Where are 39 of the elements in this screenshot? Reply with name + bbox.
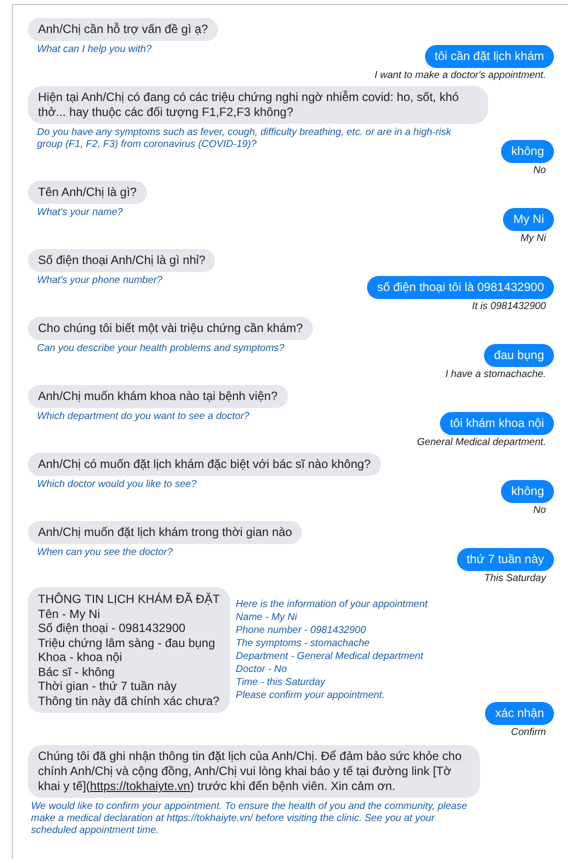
bot-message: Anh/Chị muốn đặt lịch khám trong thời gian nào: [28, 521, 302, 544]
translation-text: Confirm: [510, 727, 546, 739]
user-message: đau bụng: [484, 344, 554, 367]
bot-message: Chúng tôi đã ghi nhận thông tin đặt lịch của Anh/Chị. Để đảm bảo sức khỏe cho chính Anh/Chị và cộng đồng, Anh/Chị vui lòng khai báo y tế tại đường link [Tờ khai y tế](https://tokhaiyte.vn) trước khi đến bệnh viên. Xin cảm ơn.: [28, 745, 480, 798]
translation-text: We would like to confirm your appointment. To ensure the health of you and the community, please make a medical declaration at https://tokhaiyte.vn/ before visiting the clinic. See you at your scheduled appointment time.: [31, 801, 468, 837]
bot-message: Số điện thoại Anh/Chị là gì nhỉ?: [28, 249, 216, 272]
user-message: tôi cần đặt lịch khám: [424, 45, 554, 68]
bot-message: Anh/Chị muốn khám khoa nào tại bệnh viện?: [28, 385, 288, 408]
user-message: không: [501, 480, 554, 503]
translation-text: Can you describe your health problems and symptoms?: [37, 343, 284, 355]
user-message: My Ni: [503, 208, 554, 231]
translation-text: General Medical department.: [417, 437, 546, 449]
translation-text: This Saturday: [484, 573, 546, 585]
translation-text: I have a stomachache.: [445, 369, 546, 381]
user-message: xác nhận: [485, 702, 554, 725]
link[interactable]: https://tokhaiyte.vn: [90, 779, 190, 793]
user-message: số điện thoại tôi là 0981432900: [367, 276, 554, 299]
translation-text: Do you have any symptoms such as fever, cough, difficulty breathing, etc. or are in a high-risk group (F1, F2, F3) from coronavirus (COVID-19)?: [37, 127, 452, 151]
user-message: tôi khám khoa nội: [440, 412, 554, 435]
bot-message: Anh/Chị có muốn đặt lịch khám đặc biệt với bác sĩ nào không?: [28, 453, 381, 476]
bot-message: Anh/Chị cần hỗ trợ vấn đề gì ạ?: [28, 18, 218, 41]
user-message: thứ 7 tuần này: [456, 548, 554, 571]
translation-text: Which doctor would you like to see?: [37, 479, 197, 491]
bot-message: Tên Anh/Chị là gì?: [28, 181, 147, 204]
bot-message: THÔNG TIN LỊCH KHÁM ĐÃ ĐẶT Tên - My Ni Số điện thoại - 0981432900 Triệu chứng lâm sàng - đau bụng Khoa - khoa nội Bác sĩ - không Thời gian - thứ 7 tuần này Thông tin này đã chính xác chưa?: [28, 587, 230, 713]
translation-text: What's your name?: [37, 207, 123, 219]
translation-text: What's your phone number?: [37, 275, 162, 287]
user-message: không: [501, 140, 554, 163]
bot-message: Cho chúng tôi biết một vài triệu chứng cần khám?: [28, 317, 313, 340]
translation-text: No: [533, 165, 546, 177]
translation-text: Which department do you want to see a doctor?: [37, 411, 250, 423]
translation-text: I want to make a doctor's appointment.: [374, 70, 546, 82]
bot-message: Hiện tại Anh/Chị có đang có các triệu chứng nghi ngờ nhiễm covid: ho, sốt, khó thở... hay thuộc các đối tượng F1,F2,F3 không?: [28, 86, 488, 124]
translation-text: Here is the information of your appointment Name - My Ni Phone number - 0981432900 The symptoms - stomachache Department - General Medical department Doctor - No Time - this Saturday Please confirm your appointment.: [236, 598, 428, 702]
translation-text: It is 0981432900: [472, 301, 546, 313]
translation-text: When can you see the doctor?: [37, 547, 173, 559]
translation-text: No: [533, 505, 546, 517]
translation-text: What can I help you with?: [37, 44, 152, 56]
translation-text: My Ni: [520, 233, 546, 245]
